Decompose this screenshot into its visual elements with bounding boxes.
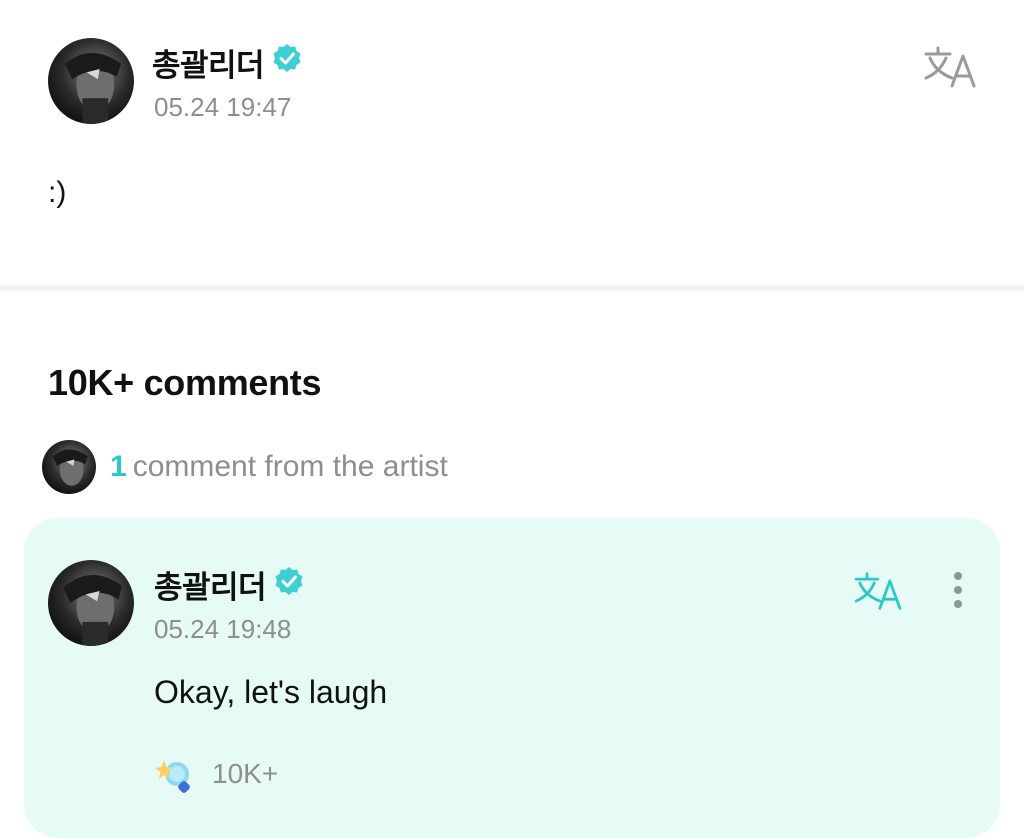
comment-timestamp: 05.24 19:48: [154, 614, 292, 644]
section-divider: [0, 285, 1024, 291]
comment-text: Okay, let's laugh: [154, 674, 388, 710]
artist-summary-text: 1 comment from the artist: [110, 450, 448, 484]
translate-icon: [854, 572, 902, 610]
artist-comment-count: 1: [110, 450, 127, 483]
artist-comments-filter[interactable]: 1 comment from the artist: [42, 440, 448, 494]
verified-badge-icon: [275, 567, 303, 595]
author-avatar[interactable]: [48, 38, 134, 124]
translate-button[interactable]: [922, 44, 978, 90]
comment-translate-button[interactable]: [852, 570, 904, 612]
post-body: :): [48, 176, 67, 209]
artist-avatar: [42, 440, 96, 494]
translate-icon: [924, 46, 976, 88]
post-header: 총괄리더 05.24 19:47: [0, 0, 1024, 150]
comment-author-name[interactable]: 총괄리더: [154, 562, 267, 607]
comment-card: 총괄리더 05.24 19:48 Okay, let's laugh 10K+: [24, 518, 1000, 838]
more-vertical-icon[interactable]: [944, 572, 972, 612]
sparkle-reaction-icon: [155, 760, 190, 793]
comments-title: 10K+ comments: [48, 362, 322, 403]
author-name[interactable]: 총괄리더: [152, 40, 265, 85]
comment-author-avatar[interactable]: [48, 560, 134, 646]
reaction-button[interactable]: 10K+: [154, 754, 278, 794]
artist-comment-label: comment from the artist: [132, 450, 448, 483]
reaction-count: 10K+: [212, 758, 279, 789]
post-timestamp: 05.24 19:47: [154, 92, 292, 122]
verified-badge-icon: [273, 44, 301, 72]
